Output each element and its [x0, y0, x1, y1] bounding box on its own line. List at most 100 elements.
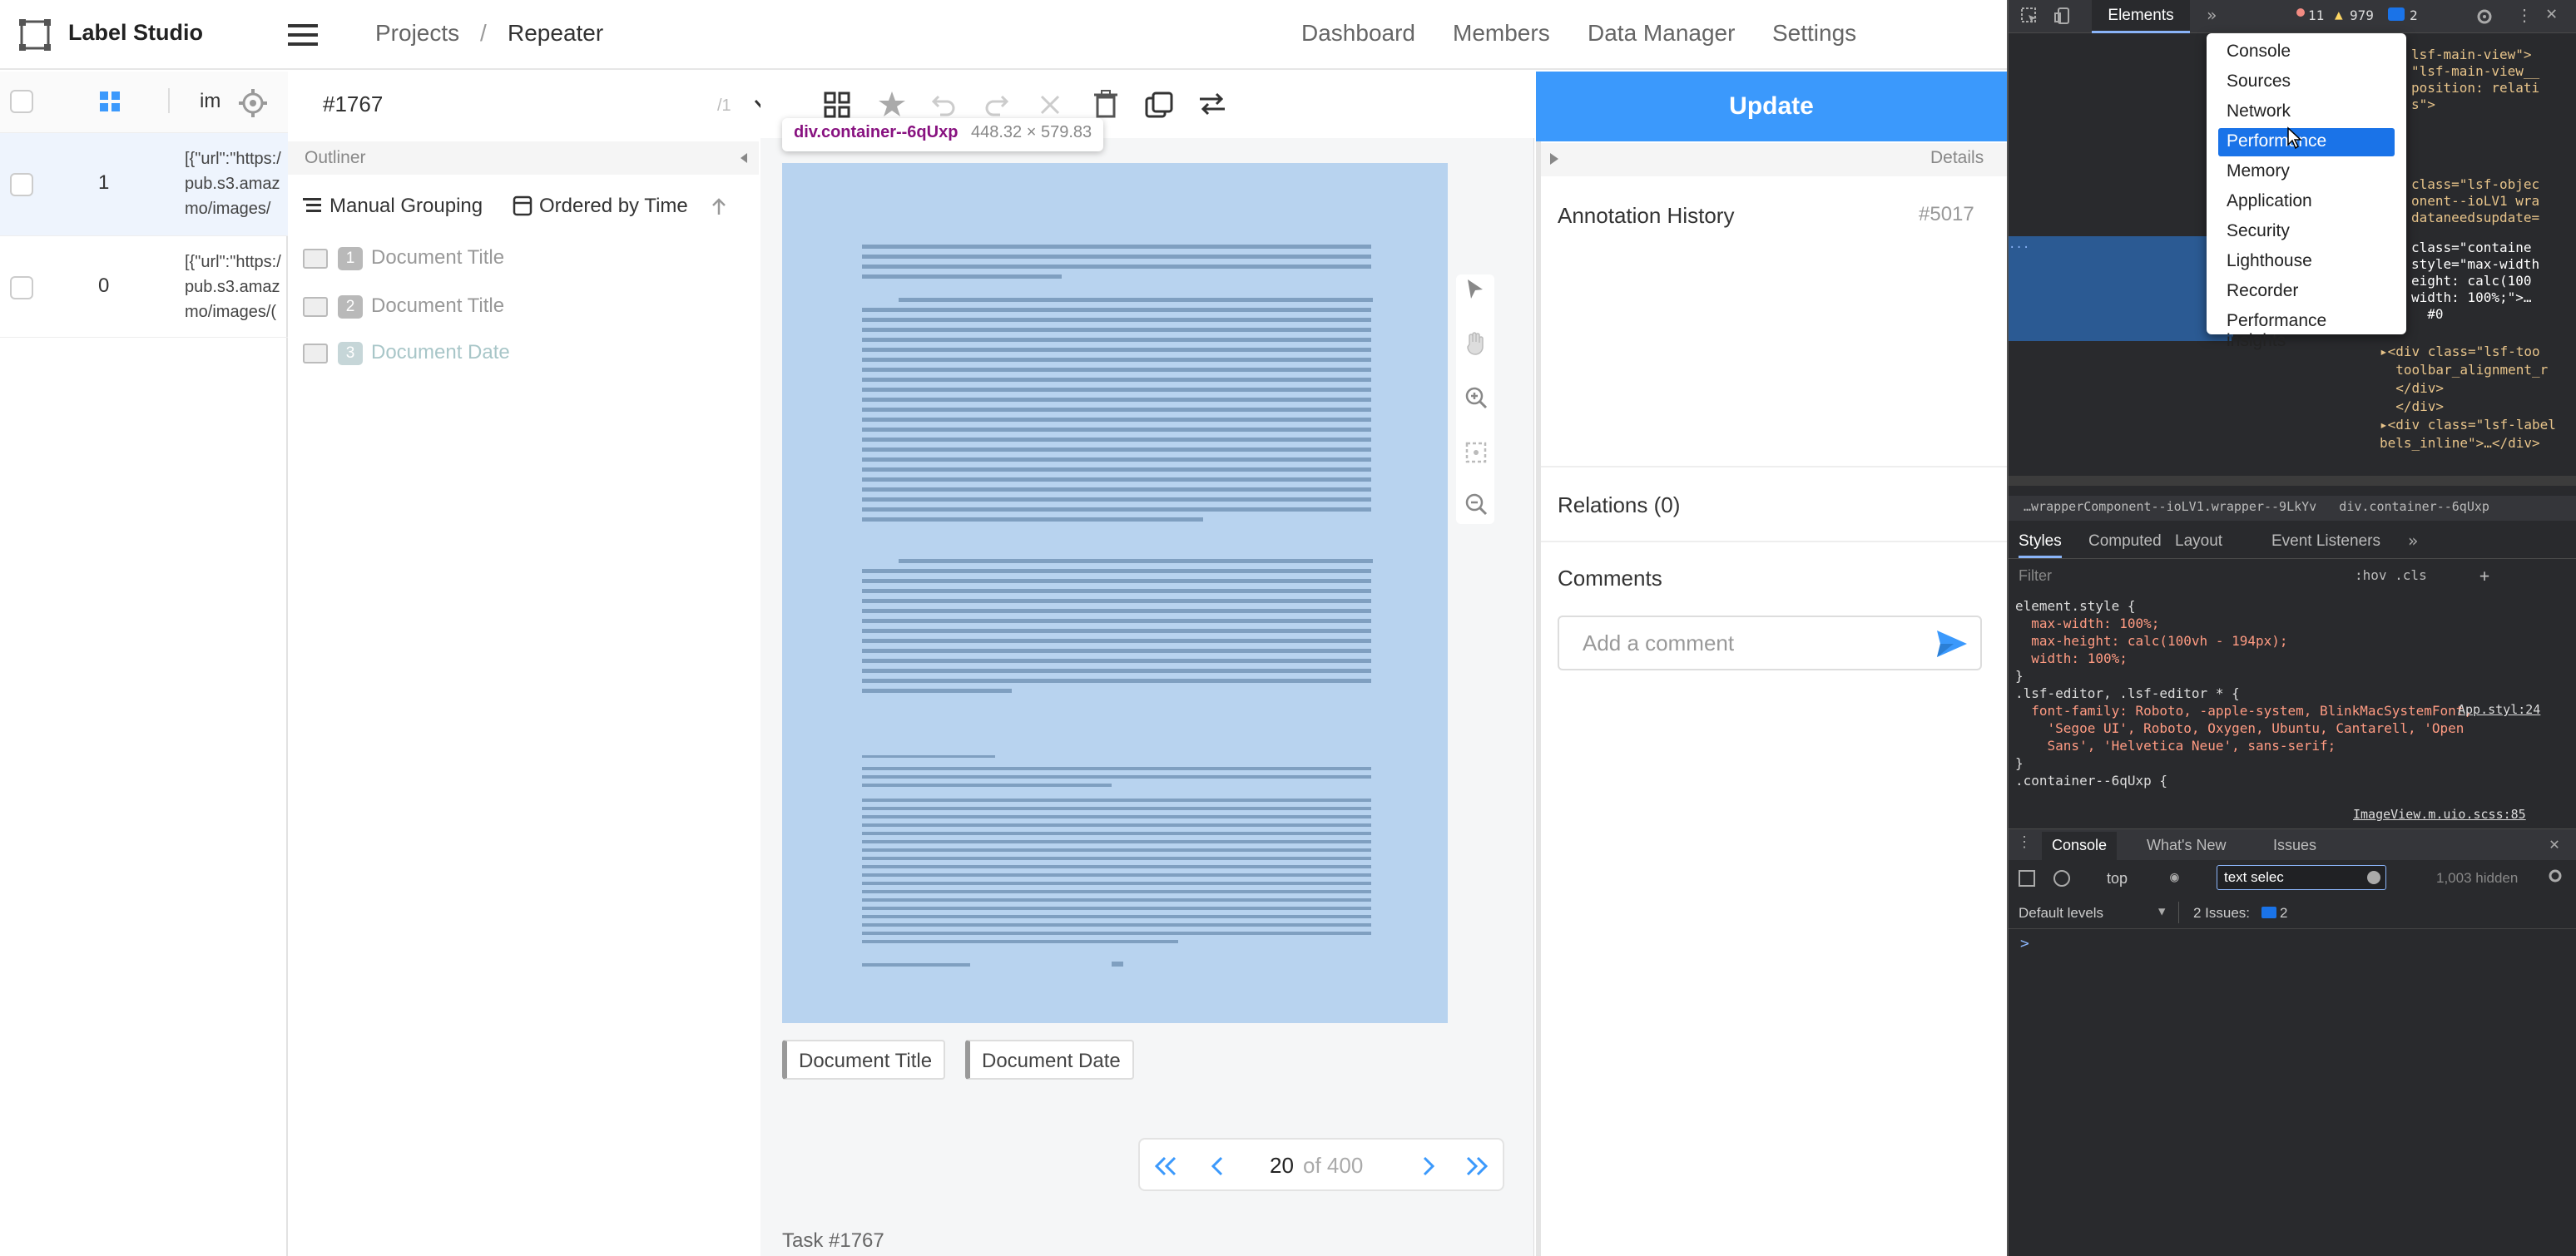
tab-computed[interactable]: Computed [2088, 532, 2162, 551]
breadcrumb-projects[interactable]: Projects [375, 20, 459, 47]
ordered-by-time-icon[interactable] [513, 195, 533, 216]
tab-elements[interactable]: Elements [2092, 0, 2190, 33]
console-prompt[interactable]: > [2020, 935, 2029, 952]
page-current[interactable]: 20 [1270, 1153, 1294, 1179]
undo-icon[interactable] [930, 91, 957, 116]
tab-styles[interactable]: Styles [2019, 532, 2062, 558]
close-devtools-icon[interactable]: ✕ [2546, 3, 2557, 24]
select-all-checkbox[interactable] [10, 90, 33, 113]
menu-item-sources[interactable]: Sources [2218, 68, 2395, 96]
label-document-date[interactable]: Document Date [965, 1040, 1134, 1080]
grid-layout-icon[interactable] [824, 91, 850, 118]
pan-hand-icon[interactable] [1464, 331, 1486, 356]
label-studio-logo-icon[interactable] [18, 18, 52, 52]
send-comment-icon[interactable] [1935, 629, 1969, 659]
region-item[interactable]: 2 Document Title [303, 294, 504, 319]
console-settings-gear-icon[interactable] [2546, 867, 2564, 885]
issues-summary[interactable]: 2 Issues: [2193, 905, 2250, 922]
dom-breadcrumb[interactable]: …wrapperComponent--ioLV1.wrapper--9LkYv … [2024, 499, 2489, 514]
drawer-tab-whats-new[interactable]: What's New [2147, 837, 2226, 854]
settings-gear-icon[interactable] [2474, 7, 2494, 27]
dom-tree[interactable]: lsf-main-view"> "lsf-main-view__ positio… [2411, 47, 2539, 113]
error-count[interactable]: 11 [2308, 7, 2324, 23]
close-drawer-icon[interactable]: ✕ [2549, 833, 2559, 853]
menu-item-console[interactable]: Console [2218, 38, 2395, 67]
column-settings-gear-icon[interactable] [236, 87, 270, 120]
update-button[interactable]: Update [1536, 72, 2007, 141]
first-page-icon[interactable] [1152, 1155, 1180, 1178]
more-tabs-icon[interactable]: » [2207, 5, 2217, 25]
css-source-link-2[interactable]: ImageView.m.uio.scss:85 [2353, 807, 2526, 822]
console-filter-input[interactable]: text selec [2217, 865, 2386, 890]
menu-item-lighthouse[interactable]: Lighthouse [2218, 248, 2395, 276]
inspect-element-icon[interactable] [2020, 7, 2039, 25]
more-style-tabs-icon[interactable]: » [2408, 531, 2418, 551]
menu-item-memory[interactable]: Memory [2218, 158, 2395, 186]
label-document-title[interactable]: Document Title [782, 1040, 946, 1080]
context-selector[interactable]: top [2107, 870, 2128, 888]
grid-view-icon[interactable] [98, 90, 121, 113]
redo-icon[interactable] [983, 91, 1010, 116]
levels-dropdown-icon[interactable]: ▼ [2158, 905, 2165, 918]
menu-item-performance[interactable]: Performance [2218, 128, 2395, 156]
manual-grouping-button[interactable]: Manual Grouping [329, 195, 483, 218]
menu-item-network[interactable]: Network [2218, 98, 2395, 126]
row-checkbox[interactable] [10, 173, 33, 196]
relations-title[interactable]: Relations (0) [1558, 492, 1680, 518]
sort-ascending-icon[interactable] [711, 196, 727, 216]
nav-members[interactable]: Members [1453, 20, 1550, 47]
tab-layout[interactable]: Layout [2175, 532, 2222, 551]
row-checkbox[interactable] [10, 276, 33, 299]
pointer-tool-icon[interactable] [1464, 278, 1486, 301]
trash-icon[interactable] [1093, 90, 1118, 118]
reset-x-icon[interactable] [1038, 93, 1062, 116]
ordered-by-time-button[interactable]: Ordered by Time [539, 195, 688, 218]
drawer-menu-icon[interactable]: ⋮ [2017, 833, 2032, 851]
kebab-menu-icon[interactable]: ⋮ [2516, 5, 2533, 25]
fit-to-screen-icon[interactable] [1464, 441, 1488, 464]
clear-console-icon[interactable] [2053, 870, 2070, 887]
css-source-link-1[interactable]: App.styl:24 [2458, 702, 2540, 717]
menu-item-security[interactable]: Security [2218, 218, 2395, 246]
region-item[interactable]: 1 Document Title [303, 246, 504, 270]
menu-item-application[interactable]: Application [2218, 188, 2395, 216]
selected-dom-node[interactable] [2009, 236, 2233, 341]
app-title[interactable]: Label Studio [68, 20, 203, 46]
zoom-in-icon[interactable] [1464, 386, 1488, 409]
breadcrumb-current[interactable]: Repeater [508, 20, 603, 47]
copy-icon[interactable] [1145, 91, 1173, 118]
css-rules[interactable]: element.style { max-width: 100%; max-hei… [2015, 597, 2472, 789]
sidebar-toggle-icon[interactable] [2019, 870, 2035, 887]
default-levels-dropdown[interactable]: Default levels [2019, 905, 2103, 922]
swap-arrows-icon[interactable] [1198, 91, 1226, 116]
region-item[interactable]: 3 Document Date [303, 341, 510, 365]
dom-tree-lines-3[interactable]: ▸<div class="lsf-too toolbar_alignment_r… [2380, 343, 2556, 452]
manual-grouping-icon[interactable] [303, 196, 323, 215]
eye-icon[interactable]: ◉ [2170, 868, 2179, 886]
table-row[interactable]: 1 [{"url":"https:/ pub.s3.amaz mo/images… [0, 133, 288, 236]
prev-page-icon[interactable] [1208, 1155, 1226, 1178]
comment-input[interactable]: Add a comment [1558, 616, 1982, 670]
nav-settings[interactable]: Settings [1772, 20, 1856, 47]
hamburger-menu-icon[interactable] [288, 22, 318, 48]
collapse-outliner-icon[interactable] [737, 151, 751, 165]
dom-tree-lines-2[interactable]: class="lsf-objec onent--ioLV1 wra datane… [2411, 176, 2539, 226]
expand-panel-icon[interactable] [1548, 151, 1561, 166]
drawer-tab-console[interactable]: Console [2042, 832, 2118, 860]
document-image[interactable] [782, 163, 1448, 1023]
dom-tree-selected[interactable]: class="containe style="max-width eight: … [2411, 240, 2539, 323]
message-count[interactable]: 2 [2410, 7, 2418, 23]
nav-dashboard[interactable]: Dashboard [1301, 20, 1415, 47]
next-page-icon[interactable] [1419, 1155, 1438, 1178]
star-icon[interactable] [877, 90, 907, 118]
warning-count[interactable]: 979 [2350, 7, 2374, 23]
styles-filter-input[interactable]: Filter [2019, 567, 2052, 585]
zoom-out-icon[interactable] [1464, 492, 1488, 516]
last-page-icon[interactable] [1463, 1155, 1491, 1178]
clear-filter-icon[interactable] [2367, 871, 2380, 884]
drawer-tab-issues[interactable]: Issues [2273, 837, 2316, 854]
horizontal-scrollbar[interactable] [2009, 476, 2576, 486]
column-header-image[interactable]: im [200, 90, 220, 113]
tab-event-listeners[interactable]: Event Listeners [2271, 532, 2380, 551]
menu-item-recorder[interactable]: Recorder [2218, 278, 2395, 306]
